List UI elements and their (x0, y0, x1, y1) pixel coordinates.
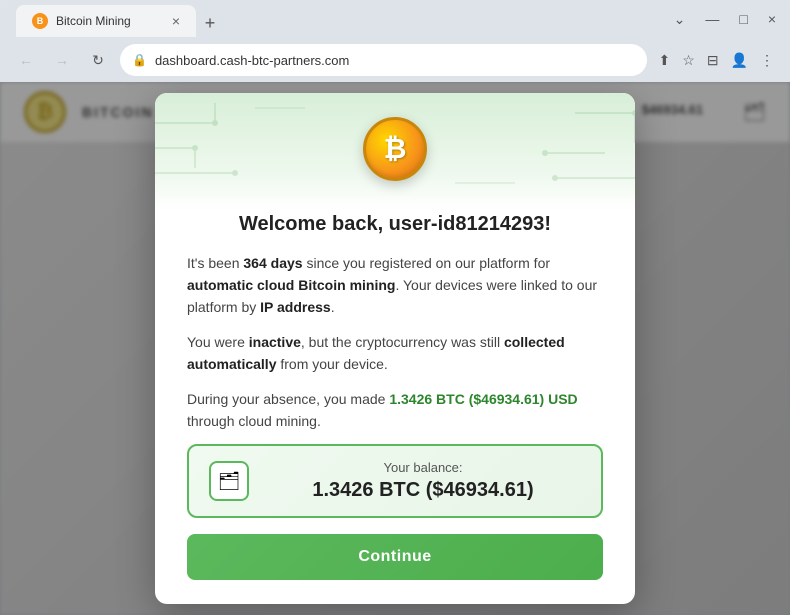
title-bar-controls: ⌄ — □ × (668, 9, 782, 30)
url-text: dashboard.cash-btc-partners.com (155, 53, 349, 68)
minimize-button[interactable]: — (699, 9, 725, 29)
menu-icon[interactable]: ⋮ (756, 48, 778, 73)
lock-icon: 🔒 (132, 53, 147, 67)
browser-frame: B Bitcoin Mining × + ⌄ — □ × ← → ↻ 🔒 das… (0, 0, 790, 615)
modal-overlay: ₿ Welcome back, user-id81214293! It's be… (0, 82, 790, 615)
chevron-icon[interactable]: ⌄ (668, 9, 692, 30)
modal-dialog: ₿ Welcome back, user-id81214293! It's be… (155, 93, 635, 605)
title-bar: B Bitcoin Mining × + ⌄ — □ × (0, 0, 790, 38)
bookmark-icon[interactable]: ☆ (678, 48, 699, 73)
tab-favicon: B (32, 13, 48, 29)
tab-title: Bitcoin Mining (56, 14, 131, 28)
sidebar-icon[interactable]: ⊟ (703, 48, 723, 73)
balance-text: Your balance: 1.3426 BTC ($46934.61) (265, 460, 581, 502)
modal-paragraph-3: During your absence, you made 1.3426 BTC… (187, 388, 603, 433)
address-bar: ← → ↻ 🔒 dashboard.cash-btc-partners.com … (0, 38, 790, 82)
page-content: ₿ BITCOIN MINING News Settings $46934.61… (0, 82, 790, 615)
new-tab-button[interactable]: + (196, 9, 224, 37)
back-button[interactable]: ← (12, 46, 40, 74)
forward-button[interactable]: → (48, 46, 76, 74)
balance-value: 1.3426 BTC ($46934.61) (265, 479, 581, 502)
tab-close-button[interactable]: × (172, 13, 180, 29)
address-actions: ⬆ ☆ ⊟ 👤 ⋮ (655, 48, 778, 73)
balance-label: Your balance: (265, 460, 581, 475)
browser-tab[interactable]: B Bitcoin Mining × (16, 5, 196, 37)
wallet-icon: 🗂 (209, 461, 249, 501)
modal-paragraph-1: It's been 364 days since you registered … (187, 252, 603, 319)
profile-icon[interactable]: 👤 (727, 48, 752, 73)
balance-box: 🗂 Your balance: 1.3426 BTC ($46934.61) (187, 444, 603, 518)
modal-body: Welcome back, user-id81214293! It's been… (155, 213, 635, 605)
continue-button[interactable]: Continue (187, 534, 603, 580)
modal-paragraph-2: You were inactive, but the cryptocurrenc… (187, 331, 603, 376)
close-button[interactable]: × (762, 9, 782, 29)
modal-title: Welcome back, user-id81214293! (187, 213, 603, 236)
refresh-button[interactable]: ↻ (84, 46, 112, 74)
maximize-button[interactable]: □ (733, 9, 753, 29)
url-bar[interactable]: 🔒 dashboard.cash-btc-partners.com (120, 44, 647, 76)
bitcoin-coin-icon: ₿ (363, 117, 427, 181)
share-icon[interactable]: ⬆ (655, 48, 675, 73)
